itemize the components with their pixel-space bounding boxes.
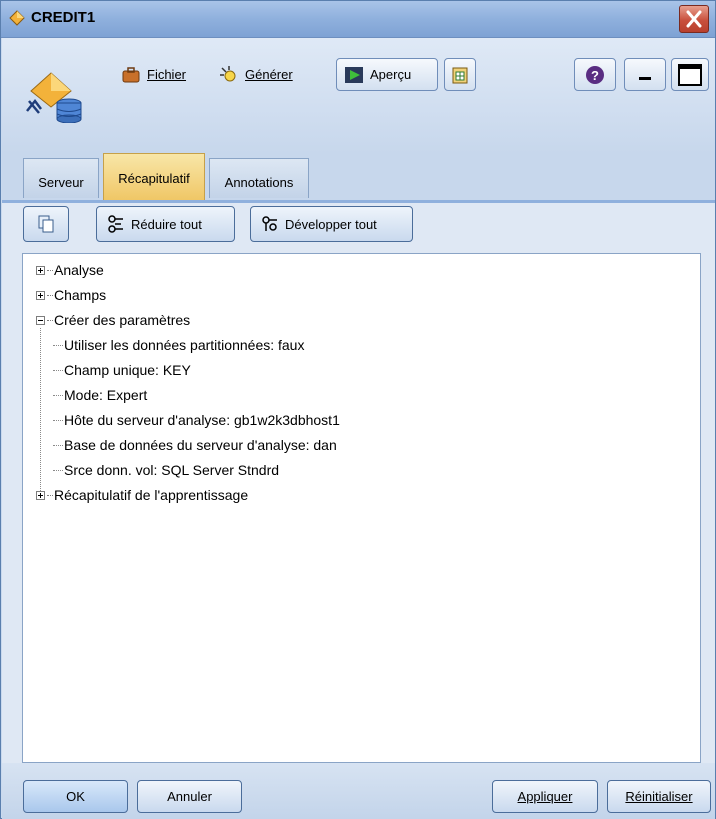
generate-menu-label: Générer <box>245 67 293 82</box>
tab-server[interactable]: Serveur <box>23 158 99 198</box>
file-menu-button[interactable]: Fichier <box>113 58 203 91</box>
minimize-button[interactable] <box>624 58 666 91</box>
expand-plus-icon[interactable] <box>36 290 45 300</box>
tree-node-label: Analyse <box>54 262 104 278</box>
preview-play-icon <box>345 66 363 83</box>
file-menu-label: Fichier <box>147 67 187 82</box>
node-diamond-icon <box>9 10 25 26</box>
tree-node-label: Récapitulatif de l'apprentissage <box>54 487 249 503</box>
tree-node-fields[interactable]: Champs <box>36 285 106 305</box>
tree-leaf-label: Srce donn. vol: SQL Server Stndrd <box>64 462 280 478</box>
tree-leaf-label: Hôte du serveur d'analyse: gb1w2k3dbhost… <box>64 412 340 428</box>
tree-node-training-summary[interactable]: Récapitulatif de l'apprentissage <box>36 485 248 505</box>
summary-tree[interactable]: Analyse Champs Créer des paramètres Util… <box>22 253 701 763</box>
collapse-tree-icon <box>108 215 123 233</box>
cancel-label: Annuler <box>167 789 212 804</box>
tree-leaf[interactable]: Mode: Expert <box>53 385 147 405</box>
collapse-minus-icon[interactable] <box>36 315 45 325</box>
tree-guide-line <box>40 328 41 491</box>
clipboard-export-button[interactable] <box>444 58 476 91</box>
ok-label: OK <box>66 789 85 804</box>
expand-all-button[interactable]: Développer tout <box>250 206 413 242</box>
briefcase-icon <box>122 66 140 82</box>
preview-button[interactable]: Aperçu <box>336 58 438 91</box>
maximize-icon <box>678 63 702 86</box>
apply-button[interactable]: Appliquer <box>492 780 598 813</box>
copy-button[interactable] <box>23 206 69 242</box>
cancel-button[interactable]: Annuler <box>137 780 242 813</box>
expand-plus-icon[interactable] <box>36 265 45 275</box>
help-button[interactable]: ? <box>574 58 616 91</box>
tab-summary-label: Récapitulatif <box>118 171 190 186</box>
tree-leaf[interactable]: Hôte du serveur d'analyse: gb1w2k3dbhost… <box>53 410 340 430</box>
tree-node-label: Créer des paramètres <box>54 312 191 328</box>
preview-label: Aperçu <box>370 67 412 82</box>
tree-node-label: Champs <box>54 287 107 303</box>
tab-annotations[interactable]: Annotations <box>209 158 309 198</box>
svg-text:?: ? <box>591 68 599 83</box>
generate-menu-button[interactable]: Générer <box>211 58 319 91</box>
maximize-button[interactable] <box>671 58 709 91</box>
tree-leaf[interactable]: Champ unique: KEY <box>53 360 191 380</box>
collapse-all-label: Réduire tout <box>131 216 202 232</box>
clipboard-table-icon <box>452 67 468 83</box>
minimize-icon <box>639 76 651 80</box>
database-model-icon <box>26 72 82 123</box>
ok-button[interactable]: OK <box>23 780 128 813</box>
copy-icon <box>38 215 54 233</box>
expand-all-label: Développer tout <box>285 216 377 232</box>
expand-plus-icon[interactable] <box>36 490 45 500</box>
close-button[interactable] <box>679 5 709 33</box>
tab-summary[interactable]: Récapitulatif <box>103 153 205 200</box>
reset-button[interactable]: Réinitialiser <box>607 780 711 813</box>
tree-node-analysis[interactable]: Analyse <box>36 260 104 280</box>
tree-leaf[interactable]: Base de données du serveur d'analyse: da… <box>53 435 337 455</box>
expand-tree-icon <box>262 216 277 231</box>
tree-leaf-label: Utiliser les données partitionnées: faux <box>64 337 305 353</box>
tree-leaf-label: Mode: Expert <box>64 387 148 403</box>
tree-leaf[interactable]: Srce donn. vol: SQL Server Stndrd <box>53 460 279 480</box>
tab-annotations-label: Annotations <box>224 175 294 190</box>
toolbar-area <box>2 38 715 153</box>
reset-label: Réinitialiser <box>625 789 693 804</box>
generate-sparkle-icon <box>220 65 236 81</box>
tab-server-label: Serveur <box>38 175 84 190</box>
window-title: CREDIT1 <box>31 9 96 26</box>
help-icon: ? <box>586 65 604 84</box>
tree-leaf-label: Base de données du serveur d'analyse: da… <box>64 437 337 453</box>
tree-leaf-label: Champ unique: KEY <box>64 362 191 378</box>
close-icon <box>686 10 702 28</box>
title-bar[interactable]: CREDIT1 <box>1 1 715 38</box>
collapse-all-button[interactable]: Réduire tout <box>96 206 235 242</box>
dialog-window: CREDIT1 Fichier Générer Aperçu ? Serveur… <box>0 0 716 819</box>
apply-label: Appliquer <box>517 789 573 804</box>
tree-leaf[interactable]: Utiliser les données partitionnées: faux <box>53 335 304 355</box>
tree-node-build-settings[interactable]: Créer des paramètres <box>36 310 190 330</box>
